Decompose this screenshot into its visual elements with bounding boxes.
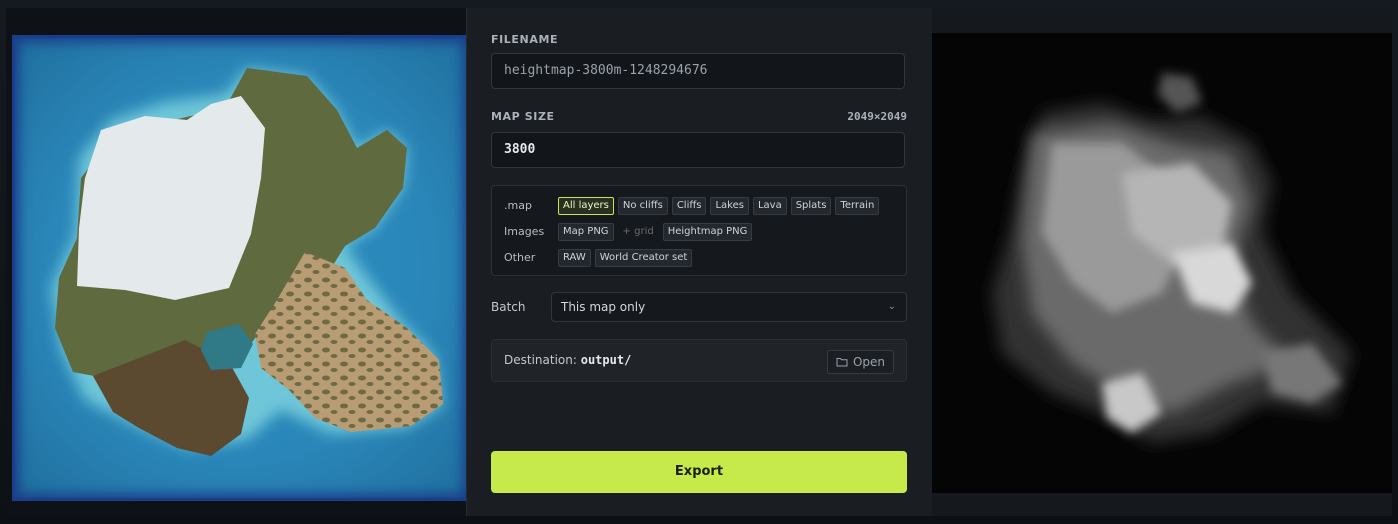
format-options: .map All layers No cliffs Cliffs Lakes L… (491, 185, 907, 276)
chip-raw[interactable]: RAW (558, 249, 591, 267)
destination-label: Destination: (504, 353, 577, 367)
map-preview-image (12, 35, 470, 501)
chip-lakes[interactable]: Lakes (710, 197, 749, 215)
filename-label: FILENAME (491, 33, 559, 46)
filename-input[interactable]: heightmap-3800m-1248294676 (491, 53, 905, 89)
destination-text: Destination: output/ (504, 353, 631, 367)
heightmap-graphic (932, 33, 1392, 493)
map-size-input[interactable]: 3800 (491, 132, 905, 168)
other-format-row: Other RAW World Creator set (504, 249, 894, 267)
batch-select-value: This map only (561, 300, 646, 314)
images-format-row: Images Map PNG + grid Heightmap PNG (504, 223, 894, 241)
map-format-label: .map (504, 199, 532, 212)
chip-splats[interactable]: Splats (790, 197, 832, 215)
chip-lava[interactable]: Lava (752, 197, 787, 215)
chip-no-cliffs[interactable]: No cliffs (617, 197, 668, 215)
open-button[interactable]: Open (826, 350, 894, 374)
open-button-label: Open (852, 355, 885, 369)
images-format-label: Images (504, 225, 545, 238)
batch-select[interactable]: This map only ⌄ (551, 292, 907, 322)
heightmap-preview-pane (932, 8, 1392, 516)
folder-icon (836, 358, 848, 367)
chip-cliffs[interactable]: Cliffs (671, 197, 707, 215)
chip-heightmap-png[interactable]: Heightmap PNG (662, 223, 753, 241)
map-resolution: 2049×2049 (847, 110, 907, 123)
map-format-row: .map All layers No cliffs Cliffs Lakes L… (504, 197, 894, 215)
export-button[interactable]: Export (491, 451, 907, 493)
chip-terrain[interactable]: Terrain (835, 197, 880, 215)
other-format-label: Other (504, 251, 536, 264)
export-panel: FILENAME heightmap-3800m-1248294676 MAP … (466, 8, 934, 516)
batch-label: Batch (491, 300, 526, 314)
chip-all-layers[interactable]: All layers (558, 197, 614, 215)
chip-world-creator-set[interactable]: World Creator set (594, 249, 693, 267)
map-size-label: MAP SIZE (491, 110, 555, 123)
destination-path: output/ (580, 353, 632, 367)
chevron-down-icon: ⌄ (887, 301, 896, 312)
map-preview-pane (6, 8, 470, 516)
chip-map-png[interactable]: Map PNG (558, 223, 614, 241)
chip-plus-grid[interactable]: + grid (618, 223, 659, 241)
heightmap-preview-image (932, 33, 1392, 493)
map-terrain-graphic (51, 68, 443, 456)
destination-bar: Destination: output/ Open (491, 339, 907, 382)
